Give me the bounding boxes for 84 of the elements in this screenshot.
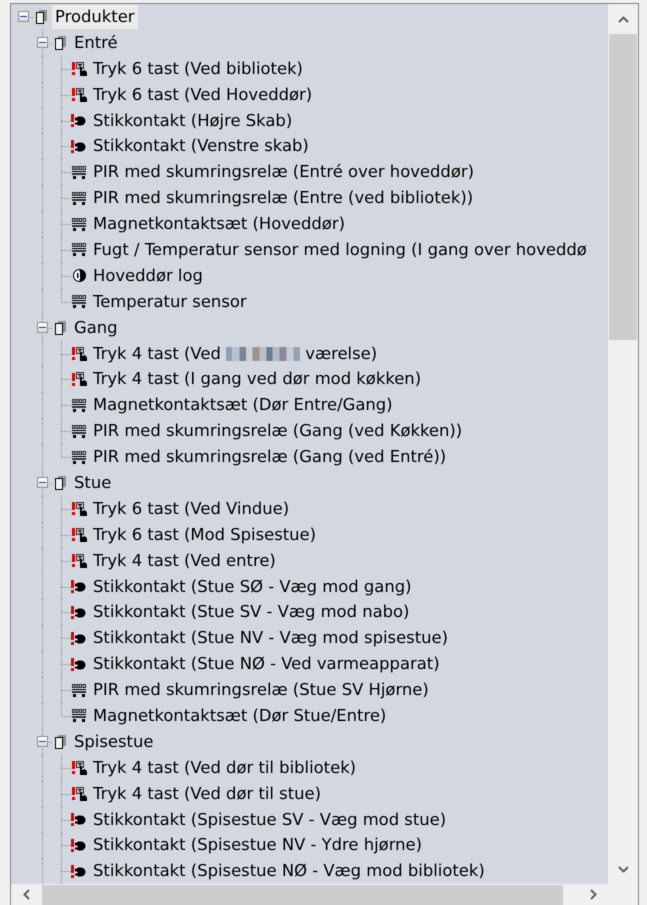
collapse-button[interactable] xyxy=(37,37,48,48)
module-icon xyxy=(72,398,86,412)
tree-item[interactable]: Magnetkontaktsæt (Hoveddør) xyxy=(90,212,348,236)
hand-press-icon xyxy=(76,372,86,386)
module-icon xyxy=(72,192,86,205)
plug-icon xyxy=(75,658,87,670)
tree-item[interactable]: PIR med skumringsrelæ (Entré over hoveddør) xyxy=(90,160,477,184)
chevron-down-icon xyxy=(618,866,628,872)
half-circle-icon xyxy=(72,269,86,282)
chevron-right-icon xyxy=(590,889,596,900)
tree-item[interactable]: Stikkontakt (Spisestue NV - Ydre hjørne) xyxy=(90,833,426,858)
tree-item[interactable]: Tryk 6 tast (Ved bibliotek) xyxy=(90,56,306,81)
minus-icon xyxy=(39,482,46,484)
collapse-button[interactable] xyxy=(37,736,48,748)
hand-press-icon xyxy=(76,346,86,361)
box-icon xyxy=(54,320,66,335)
tree-item[interactable]: Spisestue xyxy=(71,730,156,754)
hand-press-icon xyxy=(76,760,86,775)
tree-item[interactable]: PIR med skumringsrelæ (Gang (ved Entré)) xyxy=(90,445,450,470)
module-icon xyxy=(72,684,86,697)
module-icon xyxy=(72,424,86,438)
collapse-button[interactable] xyxy=(37,477,48,488)
module-icon xyxy=(72,218,86,231)
tree-item[interactable]: PIR med skumringsrelæ (Gang (ved Køkken)) xyxy=(90,419,466,444)
tree-item[interactable]: Tryk 6 tast (Mod Spisestue) xyxy=(90,522,320,547)
tree-item[interactable]: Tryk 4 tast (Ved dør til bibliotek) xyxy=(90,756,360,780)
box-icon xyxy=(54,476,66,490)
tree-item[interactable]: PIR med skumringsrelæ (Entre (ved bibliotek)) xyxy=(90,186,476,210)
tree-item[interactable]: Tryk 4 tast (Ved dør til stue) xyxy=(90,782,324,806)
module-icon xyxy=(72,450,86,464)
tree-item[interactable]: Magnetkontaktsæt (Dør Stue/Entre) xyxy=(90,704,390,728)
hand-press-icon xyxy=(76,502,86,516)
module-icon xyxy=(72,166,86,179)
scrollbar-thumb[interactable] xyxy=(42,885,563,905)
tree-item[interactable]: Stikkontakt (Stue SV - Væg mod nabo) xyxy=(90,600,412,624)
plug-icon xyxy=(75,632,87,644)
tree-item[interactable]: Stikkontakt (Venstre skab) xyxy=(90,134,312,158)
tree-item[interactable]: Tryk 4 tast (I gang ved dør mod køkken) xyxy=(90,367,424,392)
box-icon xyxy=(36,10,46,24)
hand-press-icon xyxy=(76,62,86,76)
tree-item[interactable]: Stue xyxy=(71,470,114,495)
tree-item[interactable]: Tryk 6 tast (Ved Hoveddør) xyxy=(90,82,316,107)
plug-icon xyxy=(75,581,87,592)
tree-item[interactable]: PIR med skumringsrelæ (Stue SV Hjørne) xyxy=(90,678,432,702)
tree-item[interactable]: Produkter xyxy=(52,4,138,29)
tree-item[interactable]: Stikkontakt (Stue NØ - Ved varmeapparat) xyxy=(90,652,443,676)
hand-press-icon xyxy=(76,786,86,801)
hand-press-icon xyxy=(76,554,86,568)
tree-item[interactable]: Fugt / Temperatur sensor med logning (I gang over hoveddø xyxy=(90,238,590,262)
minus-icon xyxy=(39,42,46,44)
tree-item[interactable]: Magnetkontaktsæt (Dør Entre/Gang) xyxy=(90,393,396,418)
tree-item[interactable]: Entré xyxy=(71,30,121,55)
tree-item[interactable]: Tryk 6 tast (Ved Vindue) xyxy=(90,496,292,521)
plug-icon xyxy=(75,606,87,618)
hand-press-icon xyxy=(76,528,86,542)
plug-icon xyxy=(75,840,87,851)
plug-icon xyxy=(75,115,87,126)
scrollbar-thumb[interactable] xyxy=(609,34,637,340)
module-icon xyxy=(72,243,86,256)
minus-icon xyxy=(39,741,46,742)
box-icon xyxy=(54,734,66,749)
tree-item[interactable]: Stikkontakt (Spisestue SV - Væg mod stue) xyxy=(90,808,450,832)
hand-press-icon xyxy=(76,88,86,102)
tree-item[interactable]: Hoveddør log xyxy=(90,264,206,288)
plug-icon xyxy=(75,814,87,826)
tree-item[interactable]: Tryk 4 tast (Ved værelse) xyxy=(90,342,380,366)
tree-item[interactable]: Tryk 4 tast (Ved entre) xyxy=(90,548,279,573)
minus-icon xyxy=(20,16,27,18)
chevron-left-icon xyxy=(22,889,30,900)
collapse-button[interactable] xyxy=(37,322,48,334)
tree-item[interactable]: Stikkontakt (Stue NV - Væg mod spisestue) xyxy=(90,626,451,650)
tree-item[interactable]: Stikkontakt (Højre Skab) xyxy=(90,108,296,132)
tree-item[interactable]: Stikkontakt (Spisestue NØ - Væg mod bibliotek) xyxy=(90,859,488,884)
plug-icon xyxy=(75,866,87,877)
module-icon xyxy=(72,295,86,308)
module-icon xyxy=(72,709,86,722)
chevron-up-icon xyxy=(618,16,628,22)
tree-item[interactable]: Gang xyxy=(71,316,121,340)
box-icon xyxy=(54,36,66,50)
plug-icon xyxy=(75,140,87,152)
tree-item[interactable]: Temperatur sensor xyxy=(90,290,250,314)
minus-icon xyxy=(39,327,46,328)
tree-item[interactable]: Stikkontakt (Stue SØ - Væg mod gang) xyxy=(90,574,415,599)
collapse-button[interactable] xyxy=(18,11,29,22)
